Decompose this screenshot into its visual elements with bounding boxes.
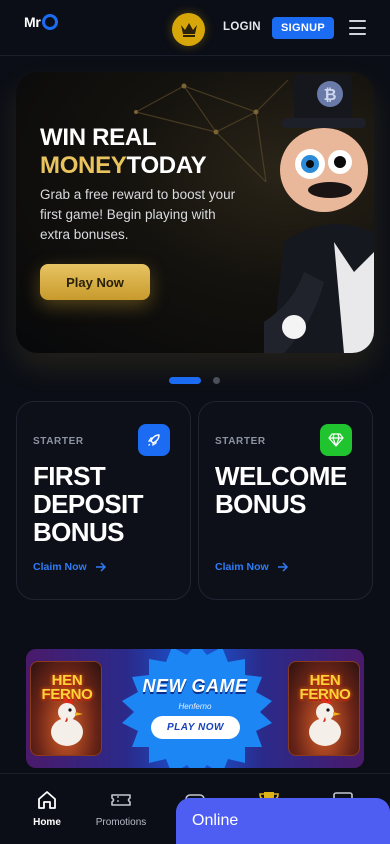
diamond-glyph — [328, 433, 344, 447]
claim-now-label: Claim Now — [215, 561, 269, 573]
vip-crown-button[interactable] — [172, 13, 205, 46]
rocket-icon — [138, 424, 170, 456]
carousel-dots — [169, 377, 220, 384]
signup-button[interactable]: SIGNUP — [272, 17, 334, 39]
banner-title: NEW GAME — [142, 676, 248, 696]
carousel-dot[interactable] — [213, 377, 220, 384]
rocket-glyph — [147, 434, 160, 447]
play-now-button[interactable]: Play Now — [40, 264, 150, 300]
hero-title: WIN REAL MONEYTODAY — [40, 124, 207, 180]
hero-description: Grab a free reward to boost your first g… — [40, 187, 236, 242]
logo-ring-icon — [41, 14, 58, 30]
logo-text: Mr — [24, 14, 41, 30]
claim-now-link[interactable]: Claim Now — [33, 561, 107, 573]
nav-label-home: Home — [33, 817, 61, 828]
claim-now-link[interactable]: Claim Now — [215, 561, 289, 573]
new-game-banner[interactable]: HEN FERNO HEN FERNO NEW GAME Henferno PL… — [26, 649, 364, 768]
card-tag: STARTER — [33, 436, 84, 447]
svg-text:₿: ₿ — [323, 85, 336, 104]
nav-item-home[interactable]: Home — [8, 790, 86, 828]
live-chat-widget[interactable]: Online — [176, 798, 390, 844]
hero-title-rest: TODAY — [126, 152, 207, 179]
site-logo[interactable]: Mr — [24, 14, 58, 30]
claim-now-label: Claim Now — [33, 561, 87, 573]
hero-title-line1: WIN REAL — [40, 124, 157, 151]
login-button[interactable]: LOGIN — [223, 21, 261, 33]
diamond-icon — [320, 424, 352, 456]
hero-title-highlight: MONEY — [40, 152, 127, 179]
crown-icon — [180, 23, 197, 37]
arrow-right-icon — [95, 562, 106, 572]
top-header: Mr LOGIN SIGNUP — [0, 0, 390, 56]
card-title: FIRST DEPOSIT BONUS — [33, 461, 144, 547]
carousel-dot-active[interactable] — [169, 377, 201, 384]
nav-label-promotions: Promotions — [95, 817, 147, 828]
nav-item-promotions[interactable]: Promotions — [82, 790, 160, 828]
home-icon — [38, 791, 56, 809]
banner-subtitle: Henferno — [178, 702, 212, 711]
bonus-card-first-deposit[interactable]: STARTER FIRST DEPOSIT BONUS Claim Now — [16, 401, 191, 600]
bonus-card-welcome[interactable]: STARTER WELCOME BONUS Claim Now — [198, 401, 373, 600]
card-tag: STARTER — [215, 436, 266, 447]
ticket-icon — [111, 794, 131, 806]
hero-title-line2: MONEYTODAY — [40, 152, 207, 180]
banner-play-now-button[interactable]: PLAY NOW — [151, 716, 240, 739]
arrow-right-icon — [277, 562, 288, 572]
hero-banner: ₿ WIN REAL MONEYTODAY Grab a free reward… — [16, 72, 374, 353]
card-title: WELCOME BONUS — [215, 461, 347, 519]
hamburger-menu-icon[interactable] — [349, 20, 366, 35]
mascot-illustration: ₿ — [264, 74, 374, 353]
